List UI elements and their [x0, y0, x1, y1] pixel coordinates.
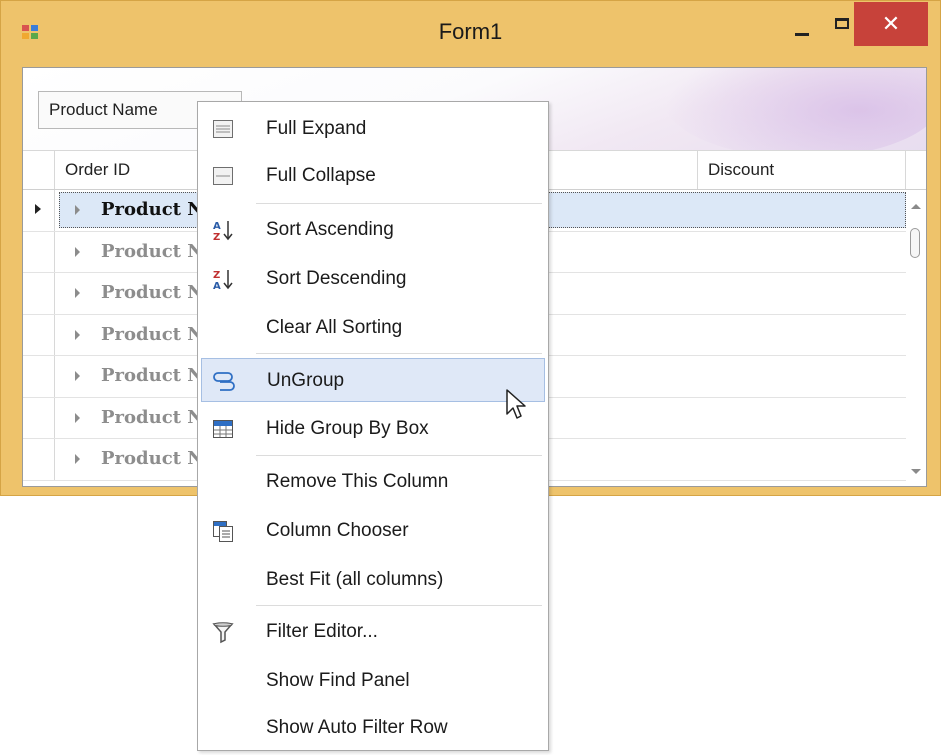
scroll-up-icon[interactable]	[911, 204, 921, 209]
expand-button-icon[interactable]	[75, 329, 80, 340]
row-indicator	[23, 314, 55, 355]
row-indicator	[23, 190, 55, 231]
group-row-text: Product N	[101, 323, 204, 345]
menu-item-best-fit[interactable]: Best Fit (all columns)	[201, 558, 545, 602]
vertical-scrollbar[interactable]	[906, 190, 926, 486]
group-row-text: Product N	[101, 282, 204, 303]
row-indicator	[23, 356, 55, 397]
menu-item-full-expand[interactable]: Full Expand	[201, 107, 545, 151]
menu-item-filter-editor[interactable]: Filter Editor...	[201, 610, 545, 654]
column-header-discount[interactable]: Discount	[698, 151, 906, 189]
menu-item-label: Sort Ascending	[266, 219, 394, 240]
menu-item-label: Best Fit (all columns)	[266, 569, 444, 590]
scroll-thumb[interactable]	[910, 228, 920, 258]
column-chooser-icon	[213, 521, 233, 542]
expand-button-icon[interactable]	[75, 412, 80, 423]
expand-button-icon[interactable]	[75, 288, 80, 298]
expand-button-icon[interactable]	[75, 371, 80, 381]
header-indicator-cell	[23, 151, 55, 189]
scroll-down-icon[interactable]	[911, 469, 921, 474]
expand-button-icon[interactable]	[75, 454, 80, 464]
menu-separator	[256, 455, 542, 456]
svg-text:Z: Z	[213, 270, 220, 281]
menu-separator	[256, 605, 542, 606]
full-expand-icon	[213, 120, 233, 138]
column-context-menu: Full Expand Full Collapse A Z Sort Ascen…	[197, 101, 549, 751]
menu-item-label: Show Auto Filter Row	[266, 717, 448, 738]
close-button[interactable]: ✕	[854, 2, 928, 46]
menu-separator	[256, 203, 542, 204]
group-row-text: Product N	[101, 199, 204, 220]
menu-item-label: Clear All Sorting	[266, 317, 403, 338]
mouse-pointer-icon	[506, 389, 526, 419]
row-indicator	[23, 439, 55, 480]
menu-item-label: Full Expand	[266, 118, 367, 139]
menu-item-full-collapse[interactable]: Full Collapse	[201, 154, 545, 198]
menu-item-label: Hide Group By Box	[266, 418, 429, 439]
menu-item-ungroup[interactable]: UnGroup	[201, 358, 545, 402]
menu-item-column-chooser[interactable]: Column Chooser	[201, 509, 545, 553]
svg-text:Z: Z	[213, 232, 220, 242]
group-row-text: Product N	[101, 406, 204, 428]
menu-item-show-find-panel[interactable]: Show Find Panel	[201, 659, 545, 703]
menu-item-label: Remove This Column	[266, 471, 449, 492]
maximize-button[interactable]	[827, 3, 853, 47]
menu-item-label: Full Collapse	[266, 165, 376, 186]
menu-item-remove-column[interactable]: Remove This Column	[201, 460, 545, 504]
title-bar[interactable]: Form1 ✕	[1, 1, 940, 65]
menu-item-sort-descending[interactable]: Z A Sort Descending	[201, 257, 545, 301]
ungroup-icon	[213, 372, 235, 391]
menu-item-show-auto-filter-row[interactable]: Show Auto Filter Row	[201, 706, 545, 750]
menu-item-sort-ascending[interactable]: A Z Sort Ascending	[201, 208, 545, 252]
menu-item-label: UnGroup	[267, 370, 345, 391]
menu-item-label: Show Find Panel	[266, 670, 410, 691]
sort-descending-icon: Z A	[213, 270, 233, 291]
menu-item-clear-sorting[interactable]: Clear All Sorting	[201, 306, 545, 350]
group-column-label: Product Name	[49, 100, 158, 119]
row-indicator	[23, 397, 55, 438]
sort-ascending-icon: A Z	[213, 221, 233, 242]
menu-separator	[256, 353, 542, 354]
menu-item-label: Sort Descending	[266, 268, 407, 289]
expand-button-icon[interactable]	[75, 205, 80, 215]
group-by-box-icon	[213, 420, 233, 438]
row-indicator	[23, 231, 55, 272]
svg-text:A: A	[213, 221, 221, 232]
full-collapse-icon	[213, 167, 233, 185]
group-row-text: Product N	[101, 240, 204, 262]
skin-decoration	[663, 68, 926, 158]
row-indicator	[23, 273, 55, 314]
expand-button-icon[interactable]	[75, 246, 80, 257]
minimize-button[interactable]	[781, 3, 827, 47]
close-icon: ✕	[881, 11, 901, 36]
filter-icon	[212, 622, 234, 644]
svg-text:A: A	[213, 281, 221, 291]
group-row-text: Product N	[101, 448, 204, 469]
menu-item-label: Filter Editor...	[266, 621, 378, 642]
menu-item-label: Column Chooser	[266, 520, 409, 541]
focused-row-arrow-icon	[35, 204, 41, 214]
menu-item-hide-group-by-box[interactable]: Hide Group By Box	[201, 407, 545, 451]
group-row-text: Product N	[101, 365, 204, 386]
